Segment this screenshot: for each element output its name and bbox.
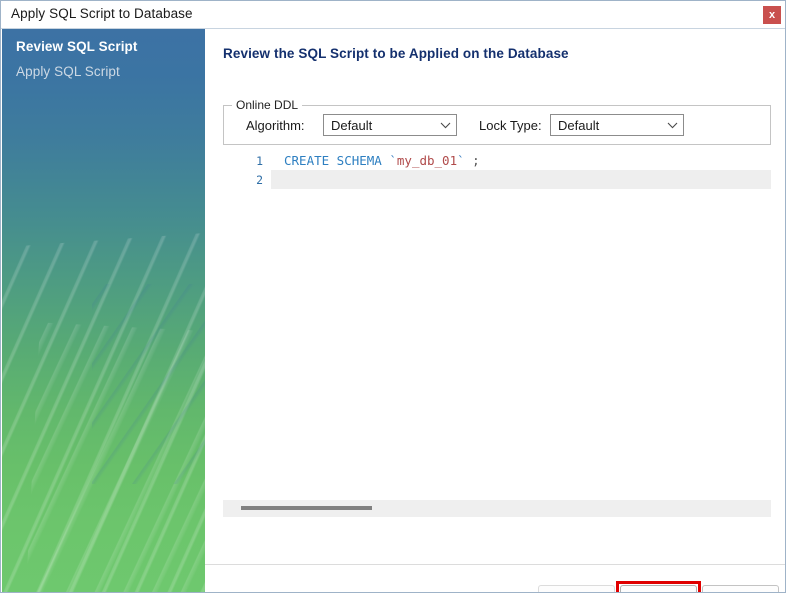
apply-button[interactable]: Apply	[620, 585, 697, 592]
chevron-down-icon	[434, 122, 456, 129]
editor-horizontal-scrollbar[interactable]	[223, 500, 771, 517]
algorithm-label: Algorithm:	[246, 118, 305, 133]
algorithm-select[interactable]: Default	[323, 114, 457, 136]
editor-horizontal-scrollbar-thumb[interactable]	[241, 506, 372, 510]
algorithm-select-value: Default	[331, 117, 373, 133]
chevron-down-icon	[661, 122, 683, 129]
lock-type-label: Lock Type:	[479, 118, 542, 133]
sql-token-keyword: CREATE SCHEMA	[284, 153, 390, 168]
line-number: 2	[256, 172, 263, 187]
cancel-button[interactable]: Cancel	[702, 585, 779, 592]
sidebar-decoration-streaks-secondary	[24, 322, 205, 592]
sql-script-editor[interactable]: 1 CREATE SCHEMA ` my_db_01 ` ; 2	[223, 151, 771, 496]
online-ddl-legend: Online DDL	[232, 98, 303, 112]
sql-token-identifier: my_db_01	[396, 153, 458, 168]
lock-type-select[interactable]: Default	[550, 114, 684, 136]
main-content: Review the SQL Script to be Applied on t…	[205, 29, 785, 592]
footer-separator	[205, 564, 785, 565]
wizard-sidebar: Review SQL Script Apply SQL Script	[2, 29, 205, 592]
sidebar-step-apply-sql-script[interactable]: Apply SQL Script	[16, 64, 120, 79]
lock-type-select-value: Default	[558, 117, 600, 133]
code-line[interactable]: 2	[223, 170, 771, 189]
sidebar-step-review-sql-script[interactable]: Review SQL Script	[16, 39, 138, 54]
line-content[interactable]: CREATE SCHEMA ` my_db_01 ` ;	[271, 151, 771, 170]
sql-token-punctuation: ;	[464, 153, 480, 168]
close-icon[interactable]: x	[763, 6, 781, 24]
page-title: Review the SQL Script to be Applied on t…	[223, 46, 569, 61]
back-button[interactable]: Back	[538, 585, 615, 592]
window-title: Apply SQL Script to Database	[11, 6, 193, 21]
sql-token-quote-close: `	[457, 153, 465, 168]
line-number: 1	[256, 153, 263, 168]
title-bar: Apply SQL Script to Database x	[1, 1, 785, 29]
sidebar-decoration-streaks	[2, 228, 205, 592]
line-content[interactable]	[271, 170, 771, 189]
code-line[interactable]: 1 CREATE SCHEMA ` my_db_01 ` ;	[223, 151, 771, 170]
close-icon-glyph: x	[768, 8, 776, 21]
sidebar-decoration-streaks-tertiary	[92, 284, 205, 484]
online-ddl-group: Online DDL Algorithm: Default Lock Type:…	[223, 98, 771, 145]
sql-token-quote-open: `	[389, 153, 397, 168]
apply-sql-script-dialog: Apply SQL Script to Database x Review SQ…	[0, 0, 786, 593]
